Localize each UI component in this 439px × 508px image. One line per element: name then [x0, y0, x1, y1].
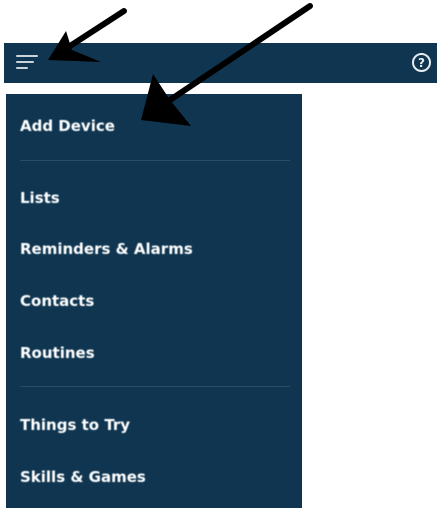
menu-item-things-to-try[interactable]: Things to Try	[20, 416, 130, 434]
menu-item-lists[interactable]: Lists	[20, 189, 60, 207]
menu-item-add-device[interactable]: Add Device	[20, 117, 115, 135]
menu-divider	[20, 386, 290, 387]
menu-item-contacts[interactable]: Contacts	[20, 292, 94, 310]
help-question-icon[interactable]: ?	[411, 52, 432, 73]
side-menu-panel: Add Device Lists Reminders & Alarms Cont…	[6, 94, 302, 508]
menu-divider	[20, 160, 290, 161]
menu-item-reminders-alarms[interactable]: Reminders & Alarms	[20, 240, 193, 258]
help-glyph: ?	[418, 56, 425, 70]
hamburger-menu-icon[interactable]	[16, 51, 42, 73]
menu-item-skills-games[interactable]: Skills & Games	[20, 468, 146, 486]
top-navigation-bar: ?	[4, 43, 437, 83]
menu-item-routines[interactable]: Routines	[20, 344, 95, 362]
